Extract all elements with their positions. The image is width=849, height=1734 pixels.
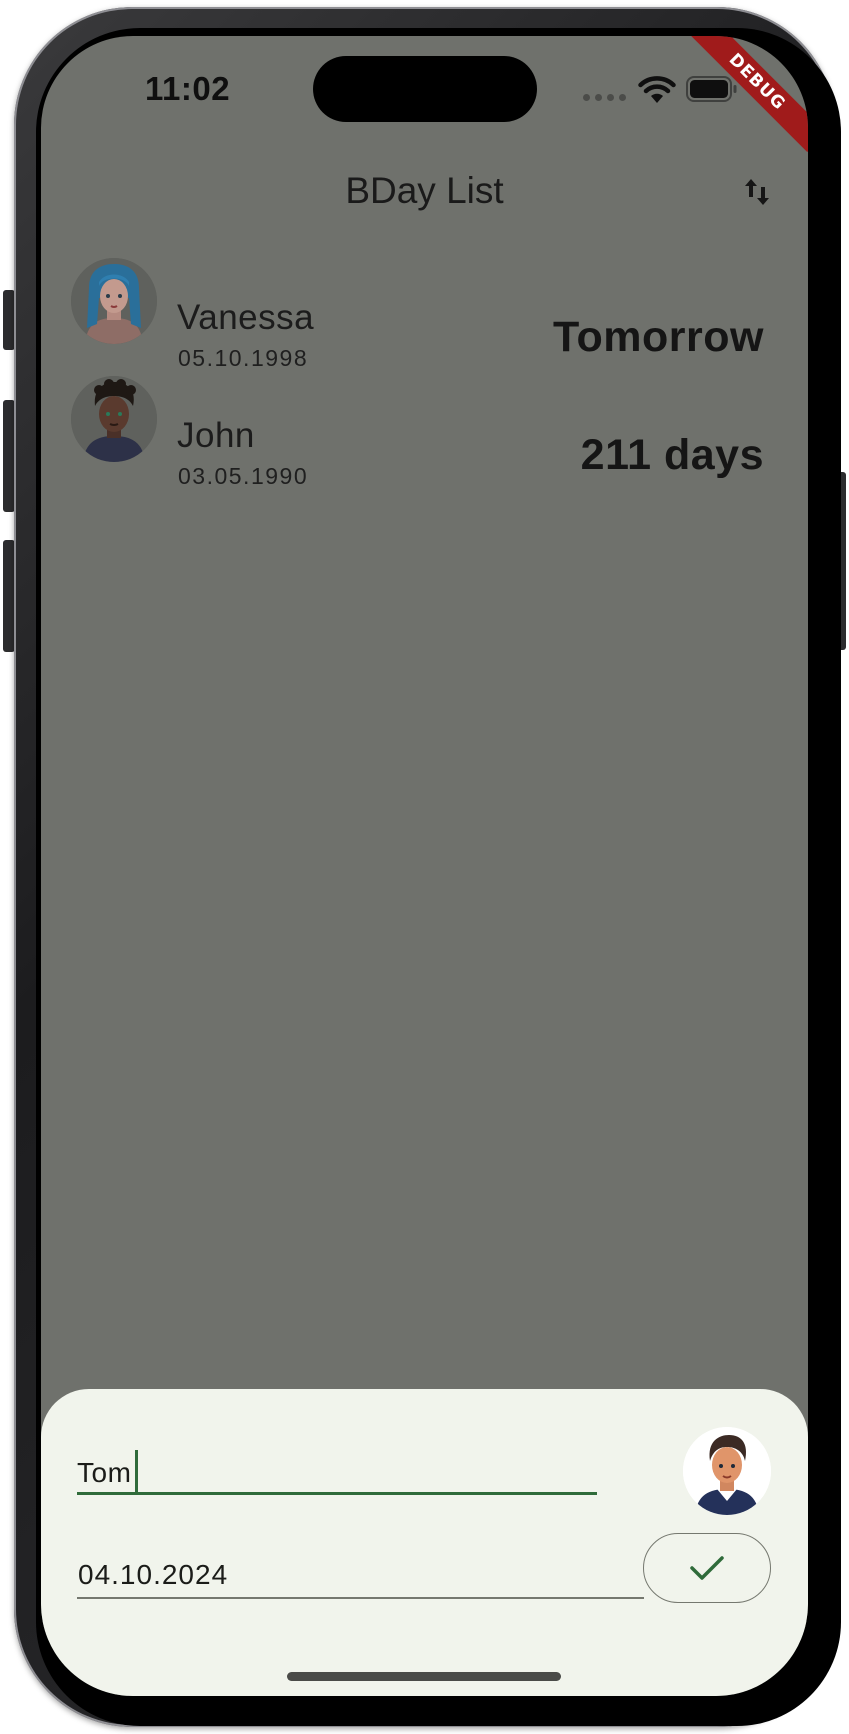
dynamic-island — [313, 56, 537, 122]
name-field[interactable] — [77, 1447, 597, 1495]
birth-date: 03.05.1990 — [178, 463, 309, 489]
countdown: Tomorrow — [552, 313, 764, 361]
avatar — [71, 376, 157, 462]
home-indicator[interactable] — [287, 1672, 561, 1681]
add-birthday-sheet: 04.10.2024 — [41, 1389, 808, 1696]
name-input[interactable] — [77, 1447, 597, 1492]
birthday-date-field[interactable]: 04.10.2024 — [77, 1549, 644, 1599]
battery-icon — [686, 76, 737, 102]
status-time: 11:02 — [145, 70, 231, 107]
cellular-signal-icon — [583, 94, 626, 101]
person-name: Vanessa — [177, 298, 315, 337]
avatar — [71, 258, 157, 344]
page-title: BDay List — [345, 170, 504, 211]
wifi-icon — [638, 76, 676, 103]
countdown: 211 days — [580, 431, 764, 479]
list-item[interactable]: Vanessa 05.10.1998 Tomorrow — [41, 246, 808, 371]
list-item[interactable]: John 03.05.1990 211 days — [41, 364, 808, 489]
app-screen: 11:02 DEBUG BDay List Vanessa 05.10.1998… — [41, 36, 808, 1696]
date-value: 04.10.2024 — [78, 1559, 229, 1590]
text-caret — [135, 1450, 138, 1494]
avatar-picker-button[interactable] — [683, 1427, 771, 1515]
sort-button[interactable] — [736, 171, 778, 213]
confirm-button[interactable] — [643, 1533, 771, 1603]
swap-vert-icon — [745, 179, 769, 205]
person-name: John — [177, 416, 255, 455]
check-icon — [690, 1556, 724, 1580]
